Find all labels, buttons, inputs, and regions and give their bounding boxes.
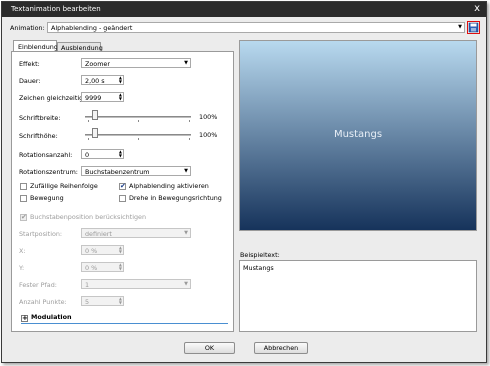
spin-arrows-icon[interactable]: ▲ ▼	[119, 93, 122, 101]
tab-panel: Effekt: Zoomer ▼ Dauer: 2,00 s ▲ ▼ Zeiche…	[11, 51, 234, 332]
beispieltext-value: Mustangs	[243, 264, 274, 272]
animation-select-value: Alphablending - geändert	[51, 24, 133, 32]
schrifthoehe-label: Schrifthöhe:	[19, 132, 58, 140]
spin-arrows-icon[interactable]: ▲ ▼	[119, 246, 122, 254]
zeichen-stepper[interactable]: 9999 ▲ ▼	[81, 92, 124, 102]
buchstabenposition-label: Buchstabenposition berücksichtigen	[30, 213, 147, 221]
chevron-down-icon: ▼	[184, 60, 188, 66]
rotationsanzahl-stepper[interactable]: 0 ▲ ▼	[81, 149, 124, 159]
slider-tick	[88, 138, 89, 140]
animation-select[interactable]: Alphablending - geändert ▼	[47, 22, 465, 33]
anzahl-punkte-label: Anzahl Punkte:	[19, 298, 67, 306]
slider-tick	[189, 120, 190, 122]
animation-label: Animation:	[10, 24, 45, 32]
fester-pfad-label: Fester Pfad:	[19, 281, 57, 289]
chevron-down-icon: ▼	[184, 168, 188, 174]
dialog-window: Textanimation bearbeiten x Animation: Al…	[1, 1, 487, 363]
x-label: X:	[19, 247, 26, 255]
zeichen-label: Zeichen gleichzeitig:	[19, 94, 86, 102]
bewegung-label: Bewegung	[30, 194, 64, 202]
slider-tick	[189, 138, 190, 140]
x-stepper[interactable]: 0 % ▲ ▼	[81, 245, 124, 255]
chevron-down-icon: ▼	[184, 230, 188, 236]
y-value: 0 %	[85, 264, 98, 272]
ok-button[interactable]: OK	[184, 342, 235, 354]
beispieltext-textarea[interactable]: Mustangs	[239, 260, 477, 332]
effekt-label: Effekt:	[19, 60, 40, 68]
fester-pfad-value: 1	[85, 281, 90, 289]
zufaellige-reihenfolge-checkbox[interactable]	[20, 183, 27, 190]
modulation-expand-button[interactable]: +	[21, 314, 28, 322]
y-stepper[interactable]: 0 % ▲ ▼	[81, 262, 124, 272]
preview-text: Mustangs	[333, 129, 383, 140]
save-button[interactable]	[467, 21, 480, 34]
anzahl-punkte-stepper[interactable]: 5 ▲ ▼	[81, 296, 124, 306]
effekt-value: Zoomer	[85, 60, 110, 68]
effekt-select[interactable]: Zoomer ▼	[81, 58, 191, 68]
chevron-down-icon: ▼	[458, 24, 462, 30]
chevron-down-icon: ▼	[184, 281, 188, 287]
startposition-label: Startposition:	[19, 230, 63, 238]
checkmark-icon: ✔	[21, 213, 27, 221]
beispieltext-label: Beispieltext:	[240, 251, 280, 259]
floppy-disk-icon	[468, 22, 479, 33]
checkmark-icon: ✔	[120, 182, 126, 190]
close-icon[interactable]: x	[474, 3, 480, 14]
anzahl-punkte-value: 5	[85, 298, 90, 306]
cancel-button[interactable]: Abbrechen	[254, 342, 308, 354]
schriftbreite-slider-track[interactable]	[85, 116, 191, 118]
animation-preview: Mustangs	[239, 40, 477, 231]
zeichen-value: 9999	[85, 94, 102, 102]
tab-einblendung-label: Einblendung	[18, 43, 58, 51]
schrifthoehe-slider-thumb[interactable]	[92, 128, 98, 138]
schriftbreite-slider-thumb[interactable]	[92, 110, 98, 120]
rotationszentrum-value: Buchstabenzentrum	[85, 168, 150, 176]
dauer-stepper[interactable]: 2,00 s ▲ ▼	[81, 75, 124, 85]
dauer-value: 2,00 s	[85, 77, 105, 85]
modulation-divider	[21, 323, 228, 324]
drehe-label: Drehe in Bewegungsrichtung	[129, 194, 222, 202]
slider-tick	[138, 138, 139, 140]
rotationszentrum-label: Rotationszentrum:	[19, 168, 78, 176]
startposition-value: definiert	[85, 230, 112, 238]
title-bar: Textanimation bearbeiten x	[2, 2, 486, 17]
spin-arrows-icon[interactable]: ▲ ▼	[119, 263, 122, 271]
schriftbreite-label: Schriftbreite:	[19, 114, 61, 122]
bewegung-checkbox[interactable]	[20, 195, 27, 202]
dauer-label: Dauer:	[19, 77, 41, 85]
schrifthoehe-slider-track[interactable]	[85, 134, 191, 136]
slider-tick	[138, 120, 139, 122]
zufaellige-reihenfolge-label: Zufällige Reihenfolge	[30, 182, 98, 190]
startposition-select[interactable]: definiert ▼	[81, 228, 191, 238]
slider-tick	[88, 120, 89, 122]
drehe-checkbox[interactable]	[119, 195, 126, 202]
alphablending-label: Alphablending aktivieren	[129, 182, 209, 190]
spin-arrows-icon[interactable]: ▲ ▼	[119, 297, 122, 305]
rotationsanzahl-label: Rotationsanzahl:	[19, 151, 73, 159]
y-label: Y:	[19, 264, 25, 272]
alphablending-checkbox[interactable]: ✔	[119, 182, 126, 190]
fester-pfad-select[interactable]: 1 ▼	[81, 279, 191, 289]
spin-arrows-icon[interactable]: ▲ ▼	[119, 150, 122, 158]
modulation-label: Modulation	[31, 313, 72, 321]
spin-arrows-icon[interactable]: ▲ ▼	[119, 76, 122, 84]
schrifthoehe-value: 100%	[199, 131, 218, 139]
plus-icon: +	[22, 314, 28, 322]
rotationszentrum-select[interactable]: Buchstabenzentrum ▼	[81, 166, 191, 176]
x-value: 0 %	[85, 247, 98, 255]
window-title: Textanimation bearbeiten	[11, 5, 101, 13]
rotationsanzahl-value: 0	[85, 151, 90, 159]
schriftbreite-value: 100%	[199, 113, 218, 121]
buchstabenposition-checkbox[interactable]: ✔	[20, 213, 27, 221]
